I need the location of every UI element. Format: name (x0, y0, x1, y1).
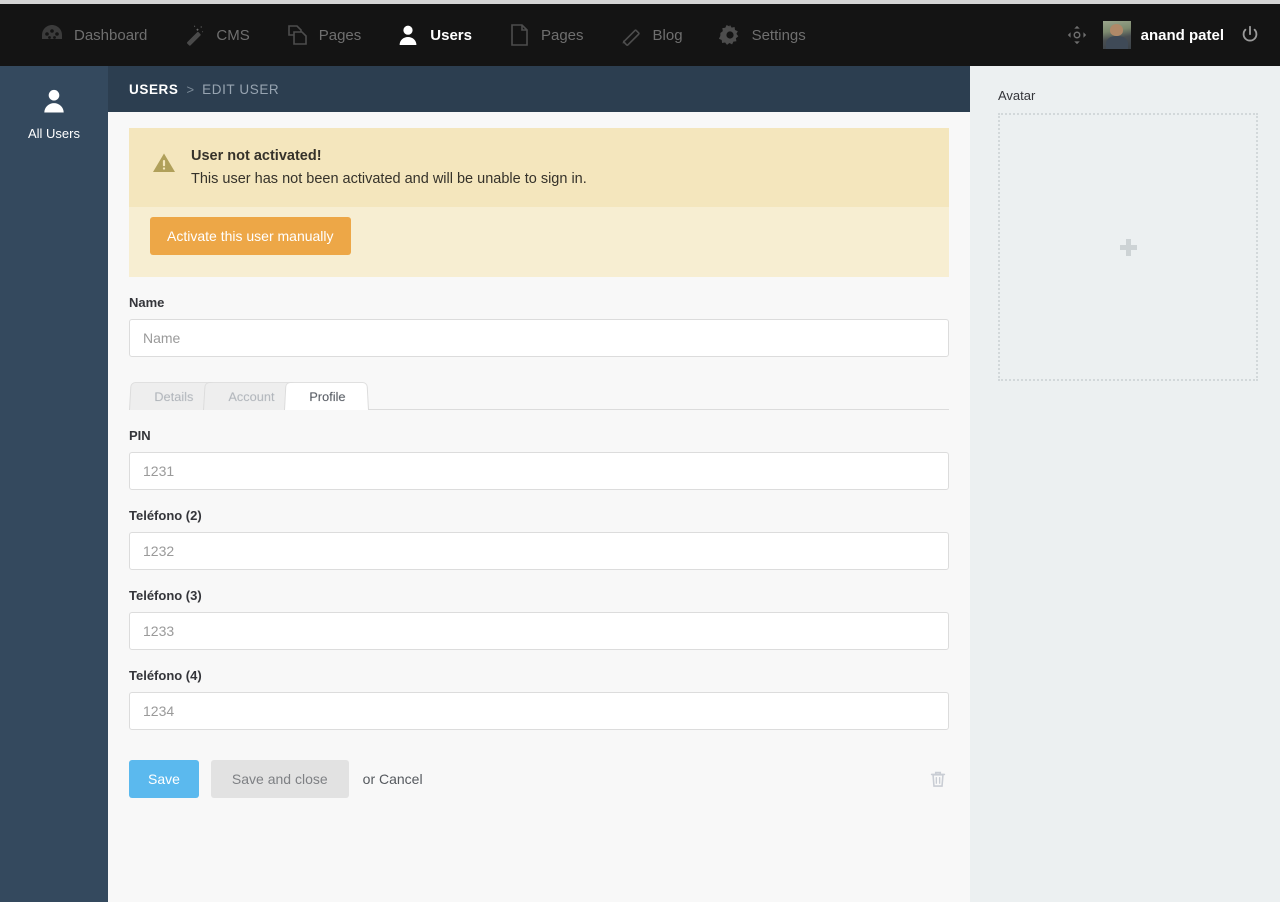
breadcrumb: USERS > EDIT USER (108, 66, 970, 112)
dashboard-icon (39, 22, 65, 48)
telefono4-field-group: Teléfono (4) (129, 668, 949, 730)
nav-item-label: CMS (216, 26, 250, 44)
tab-label: Details (154, 389, 194, 404)
nav-item-blog[interactable]: Blog (601, 4, 700, 66)
top-navigation-bar: Dashboard CMS Pages Users Pages Blog Set… (0, 4, 1280, 66)
nav-item-label: Pages (540, 26, 584, 44)
name-input[interactable] (129, 319, 949, 357)
cancel-link[interactable]: Cancel (379, 771, 423, 787)
user-not-activated-alert: User not activated! This user has not be… (129, 128, 949, 277)
or-label: or (362, 771, 379, 787)
document-icon (506, 22, 532, 48)
nav-item-cms[interactable]: CMS (164, 4, 266, 66)
name-field-group: Name (129, 295, 949, 357)
nav-item-dashboard[interactable]: Dashboard (22, 4, 164, 66)
plus-icon (1119, 238, 1137, 256)
avatar-panel: Avatar (970, 66, 1280, 902)
alert-title: User not activated! (191, 148, 322, 164)
nav-item-settings[interactable]: Settings (700, 4, 823, 66)
avatar-panel-label: Avatar (998, 88, 1036, 103)
move-crosshair-icon[interactable] (1065, 23, 1089, 47)
gear-icon (717, 22, 743, 48)
user-name-label: anand patel (1140, 26, 1224, 44)
nav-item-label: Blog (652, 26, 683, 44)
pin-input[interactable] (129, 452, 949, 490)
copy-pages-icon (284, 22, 310, 48)
user-icon (395, 22, 421, 48)
pencil-icon (618, 22, 644, 48)
save-and-close-button[interactable]: Save and close (210, 760, 349, 798)
alert-message: This user has not been activated and wil… (191, 171, 587, 187)
nav-item-label: Settings (751, 26, 806, 44)
breadcrumb-current: EDIT USER (202, 81, 280, 97)
form-actions: Save Save and close or Cancel (129, 760, 949, 798)
form-tabs: Details Account Profile (129, 381, 949, 410)
nav-item-pages-document[interactable]: Pages (489, 4, 601, 66)
nav-item-label: Users (430, 26, 472, 44)
power-icon[interactable] (1238, 23, 1262, 47)
nav-item-label: Pages (318, 26, 362, 44)
telefono3-field-label: Teléfono (3) (129, 588, 202, 603)
warning-triangle-icon (151, 148, 177, 187)
telefono2-field-group: Teléfono (2) (129, 508, 949, 570)
tab-label: Account (228, 389, 275, 404)
sidebar-item-all-users[interactable]: All Users (0, 66, 108, 155)
activate-user-button[interactable]: Activate this user manually (150, 217, 351, 255)
telefono2-input[interactable] (129, 532, 949, 570)
top-nav-items: Dashboard CMS Pages Users Pages Blog Set… (0, 4, 823, 66)
name-field-label: Name (129, 295, 165, 310)
telefono4-input[interactable] (129, 692, 949, 730)
user-icon (4, 84, 104, 118)
tab-profile[interactable]: Profile (283, 382, 369, 410)
pin-field-group: PIN (129, 428, 949, 490)
telefono3-field-group: Teléfono (3) (129, 588, 949, 650)
tab-label: Profile (309, 389, 346, 404)
telefono2-field-label: Teléfono (2) (129, 508, 202, 523)
cancel-text: or Cancel (363, 771, 423, 787)
nav-item-users[interactable]: Users (378, 4, 489, 66)
user-menu[interactable]: anand patel (1102, 21, 1224, 49)
main-content: User not activated! This user has not be… (108, 112, 970, 902)
breadcrumb-separator: > (186, 81, 195, 97)
top-nav-right-group: anand patel (1065, 21, 1280, 49)
nav-item-label: Dashboard (74, 26, 148, 44)
sidebar: All Users (0, 66, 108, 902)
sidebar-item-label: All Users (27, 126, 80, 141)
breadcrumb-root-link[interactable]: USERS (129, 82, 179, 97)
avatar-dropzone[interactable] (998, 113, 1258, 381)
nav-item-pages-copies[interactable]: Pages (267, 4, 379, 66)
trash-icon[interactable] (927, 768, 949, 790)
telefono4-field-label: Teléfono (4) (129, 668, 202, 683)
avatar (1102, 21, 1131, 49)
pin-field-label: PIN (129, 428, 151, 443)
telefono3-input[interactable] (129, 612, 949, 650)
save-button[interactable]: Save (129, 760, 199, 798)
magic-wand-icon (181, 22, 207, 48)
